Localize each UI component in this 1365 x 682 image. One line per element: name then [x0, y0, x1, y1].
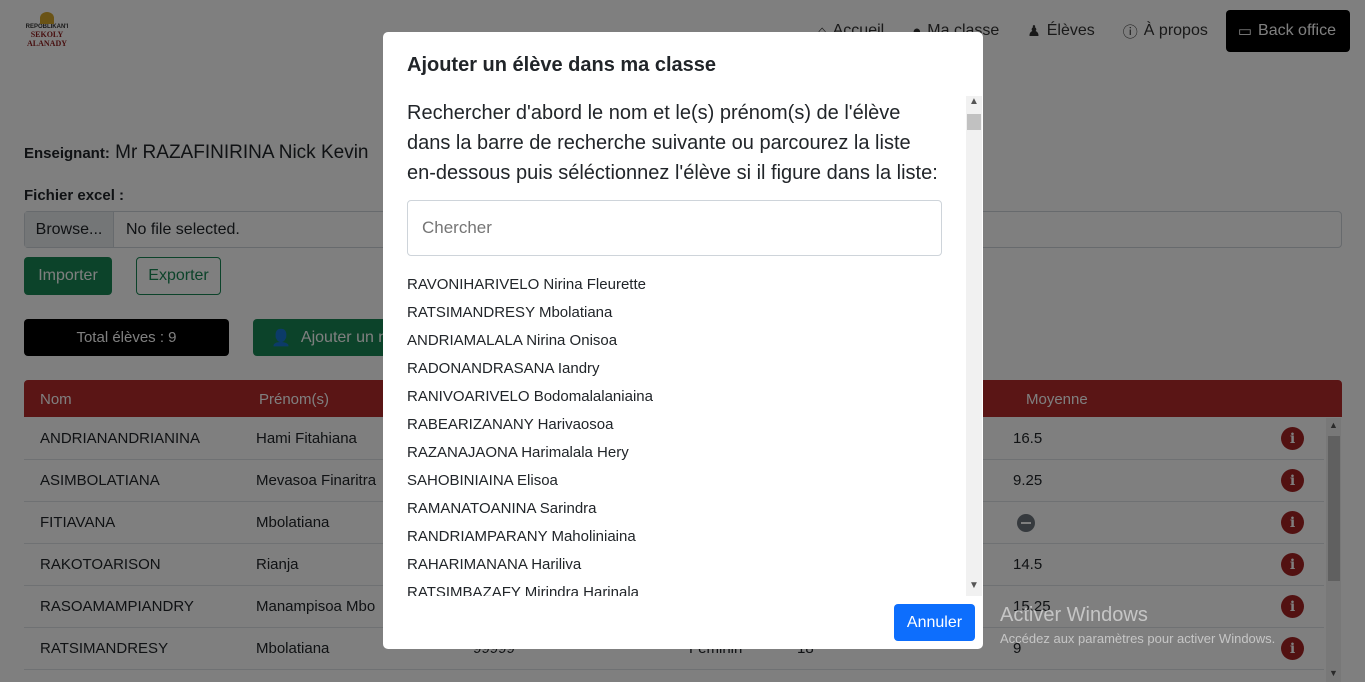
modal-body: Rechercher d'abord le nom et le(s) préno…: [407, 96, 942, 596]
modal-scrollbar[interactable]: ▲ ▼: [966, 96, 982, 596]
add-student-modal: Ajouter un élève dans ma classe Recherch…: [383, 32, 983, 649]
student-item[interactable]: RATSIMANDRESY Mbolatiana: [407, 302, 942, 330]
student-item[interactable]: RABEARIZANANY Harivaosoa: [407, 414, 942, 442]
student-list: RAVONIHARIVELO Nirina Fleurette RATSIMAN…: [407, 274, 942, 596]
student-item[interactable]: RAVONIHARIVELO Nirina Fleurette: [407, 274, 942, 302]
scrollbar-thumb[interactable]: [967, 114, 981, 130]
windows-activation-watermark: Activer Windows Accédez aux paramètres p…: [1000, 604, 1275, 646]
student-item[interactable]: RANDRIAMPARANY Maholiniaina: [407, 526, 942, 554]
student-item[interactable]: ANDRIAMALALA Nirina Onisoa: [407, 330, 942, 358]
scroll-up-icon[interactable]: ▲: [966, 96, 982, 107]
student-search-input[interactable]: [407, 200, 942, 256]
student-item[interactable]: RAZANAJAONA Harimalala Hery: [407, 442, 942, 470]
student-item[interactable]: RATSIMBAZAFY Mirindra Harinala: [407, 582, 942, 596]
student-item[interactable]: RANIVOARIVELO Bodomalalaniaina: [407, 386, 942, 414]
student-item[interactable]: RAHARIMANANA Hariliva: [407, 554, 942, 582]
student-item[interactable]: RADONANDRASANA Iandry: [407, 358, 942, 386]
student-item[interactable]: SAHOBINIAINA Elisoa: [407, 470, 942, 498]
cancel-button[interactable]: Annuler: [894, 604, 975, 641]
scroll-down-icon[interactable]: ▼: [966, 580, 982, 591]
modal-title: Ajouter un élève dans ma classe: [407, 54, 717, 76]
watermark-subtitle: Accédez aux paramètres pour activer Wind…: [1000, 631, 1276, 646]
student-item[interactable]: RAMANATOANINA Sarindra: [407, 498, 942, 526]
watermark-title: Activer Windows: [1000, 604, 1148, 626]
modal-instructions: Rechercher d'abord le nom et le(s) préno…: [407, 102, 938, 184]
